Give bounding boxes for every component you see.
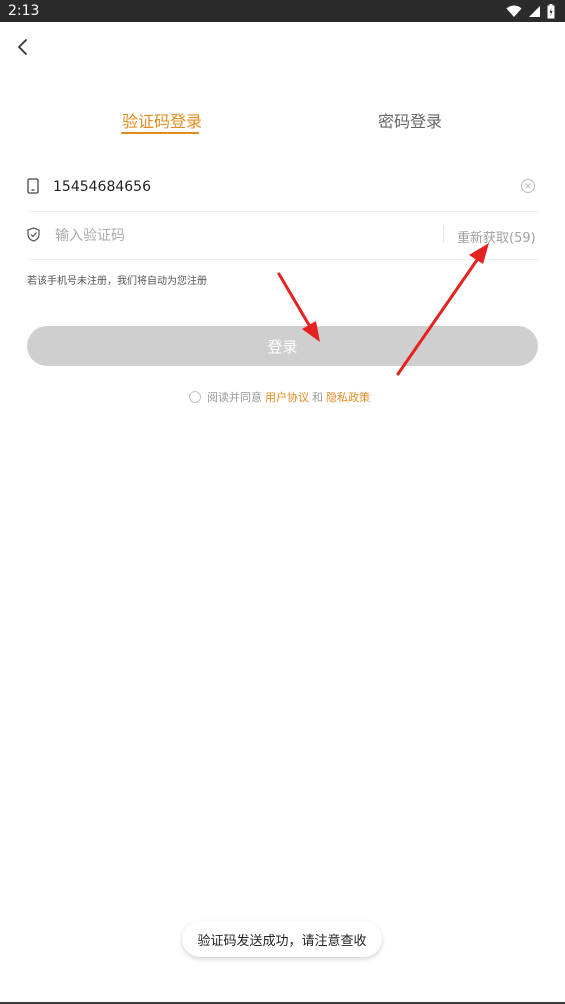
user-agreement-link[interactable]: 用户协议 xyxy=(265,389,309,405)
signal-icon xyxy=(529,5,540,17)
wifi-icon xyxy=(506,5,522,17)
shield-icon xyxy=(27,227,40,242)
clear-icon[interactable] xyxy=(520,178,536,194)
phone-field: 15454684656 xyxy=(27,164,538,212)
toast-message: 验证码发送成功，请注意查收 xyxy=(182,921,382,957)
status-bar: 2:13 xyxy=(0,0,565,22)
agreement-row: 阅读并同意 用户协议 和 隐私政策 xyxy=(189,389,373,405)
tab-password-login[interactable]: 密码登录 xyxy=(378,108,442,132)
verification-code-field: 重新获取(59) xyxy=(27,212,538,260)
status-icons xyxy=(506,3,555,19)
auto-register-notice: 若该手机号未注册，我们将自动为您注册 xyxy=(27,276,207,287)
annotation-arrows xyxy=(277,243,489,376)
tab-sms-login[interactable]: 验证码登录 xyxy=(122,108,202,132)
login-button[interactable]: 登录 xyxy=(27,326,538,366)
agreement-and: 和 xyxy=(312,391,323,404)
active-tab-indicator xyxy=(121,132,199,134)
resend-code-button[interactable]: 重新获取(59) xyxy=(457,227,536,246)
status-time: 2:13 xyxy=(8,3,40,19)
verification-code-input[interactable] xyxy=(53,223,357,249)
battery-icon xyxy=(547,3,555,18)
agreement-checkbox[interactable] xyxy=(189,391,201,403)
privacy-policy-link[interactable]: 隐私政策 xyxy=(326,389,370,405)
phone-icon xyxy=(27,178,39,194)
agreement-prefix: 阅读并同意 xyxy=(207,391,262,404)
phone-number-input[interactable]: 15454684656 xyxy=(53,179,151,195)
back-arrow-icon[interactable] xyxy=(14,36,34,58)
field-divider xyxy=(443,225,444,243)
